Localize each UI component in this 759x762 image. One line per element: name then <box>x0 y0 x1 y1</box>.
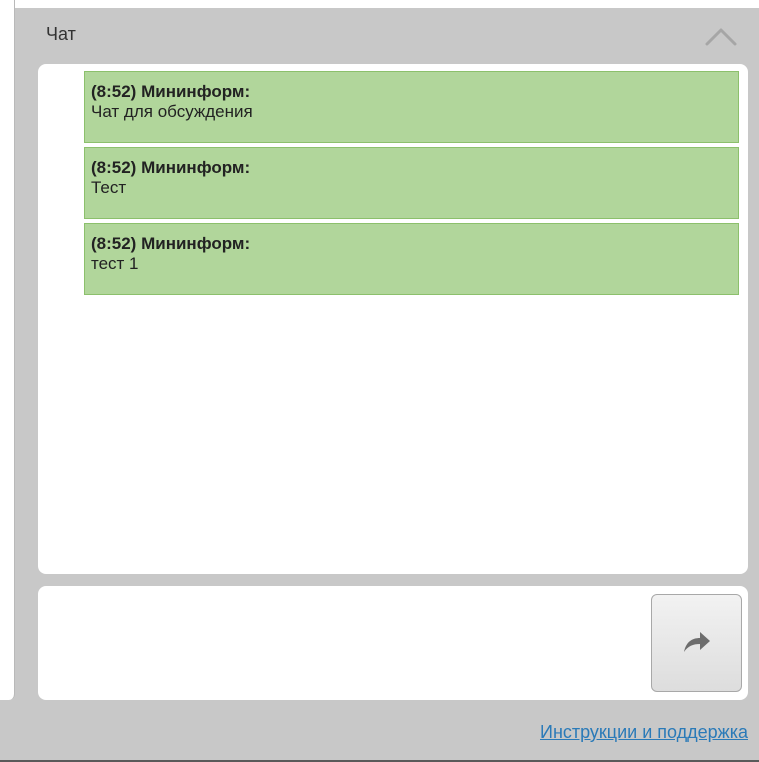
message-input[interactable] <box>44 592 644 696</box>
messages-panel[interactable]: (8:52) Мининформ: Чат для обсуждения (8:… <box>38 64 748 574</box>
chat-title: Чат <box>46 24 76 44</box>
chat-message: (8:52) Мининформ: Тест <box>84 147 739 219</box>
support-link[interactable]: Инструкции и поддержка <box>540 722 748 743</box>
left-rail-panel <box>0 0 15 700</box>
message-author: Мининформ: <box>141 234 251 253</box>
top-strip <box>0 0 759 8</box>
message-header: (8:52) Мининформ: <box>91 158 738 178</box>
message-header: (8:52) Мининформ: <box>91 234 738 254</box>
send-button[interactable] <box>651 594 742 692</box>
message-text: Тест <box>91 178 127 197</box>
message-text: тест 1 <box>91 254 139 273</box>
collapse-button[interactable] <box>704 22 738 50</box>
message-text: Чат для обсуждения <box>91 102 253 121</box>
chat-header: Чат <box>26 8 759 60</box>
message-header: (8:52) Мининформ: <box>91 82 738 102</box>
message-author: Мининформ: <box>141 158 251 177</box>
chat-message: (8:52) Мининформ: тест 1 <box>84 223 739 295</box>
message-input-panel <box>38 586 748 700</box>
message-time: (8:52) <box>91 82 137 101</box>
chevron-up-icon <box>704 28 738 54</box>
message-time: (8:52) <box>91 234 137 253</box>
chat-message: (8:52) Мининформ: Чат для обсуждения <box>84 71 739 143</box>
message-time: (8:52) <box>91 158 137 177</box>
message-author: Мининформ: <box>141 82 251 101</box>
share-arrow-icon <box>682 630 712 657</box>
